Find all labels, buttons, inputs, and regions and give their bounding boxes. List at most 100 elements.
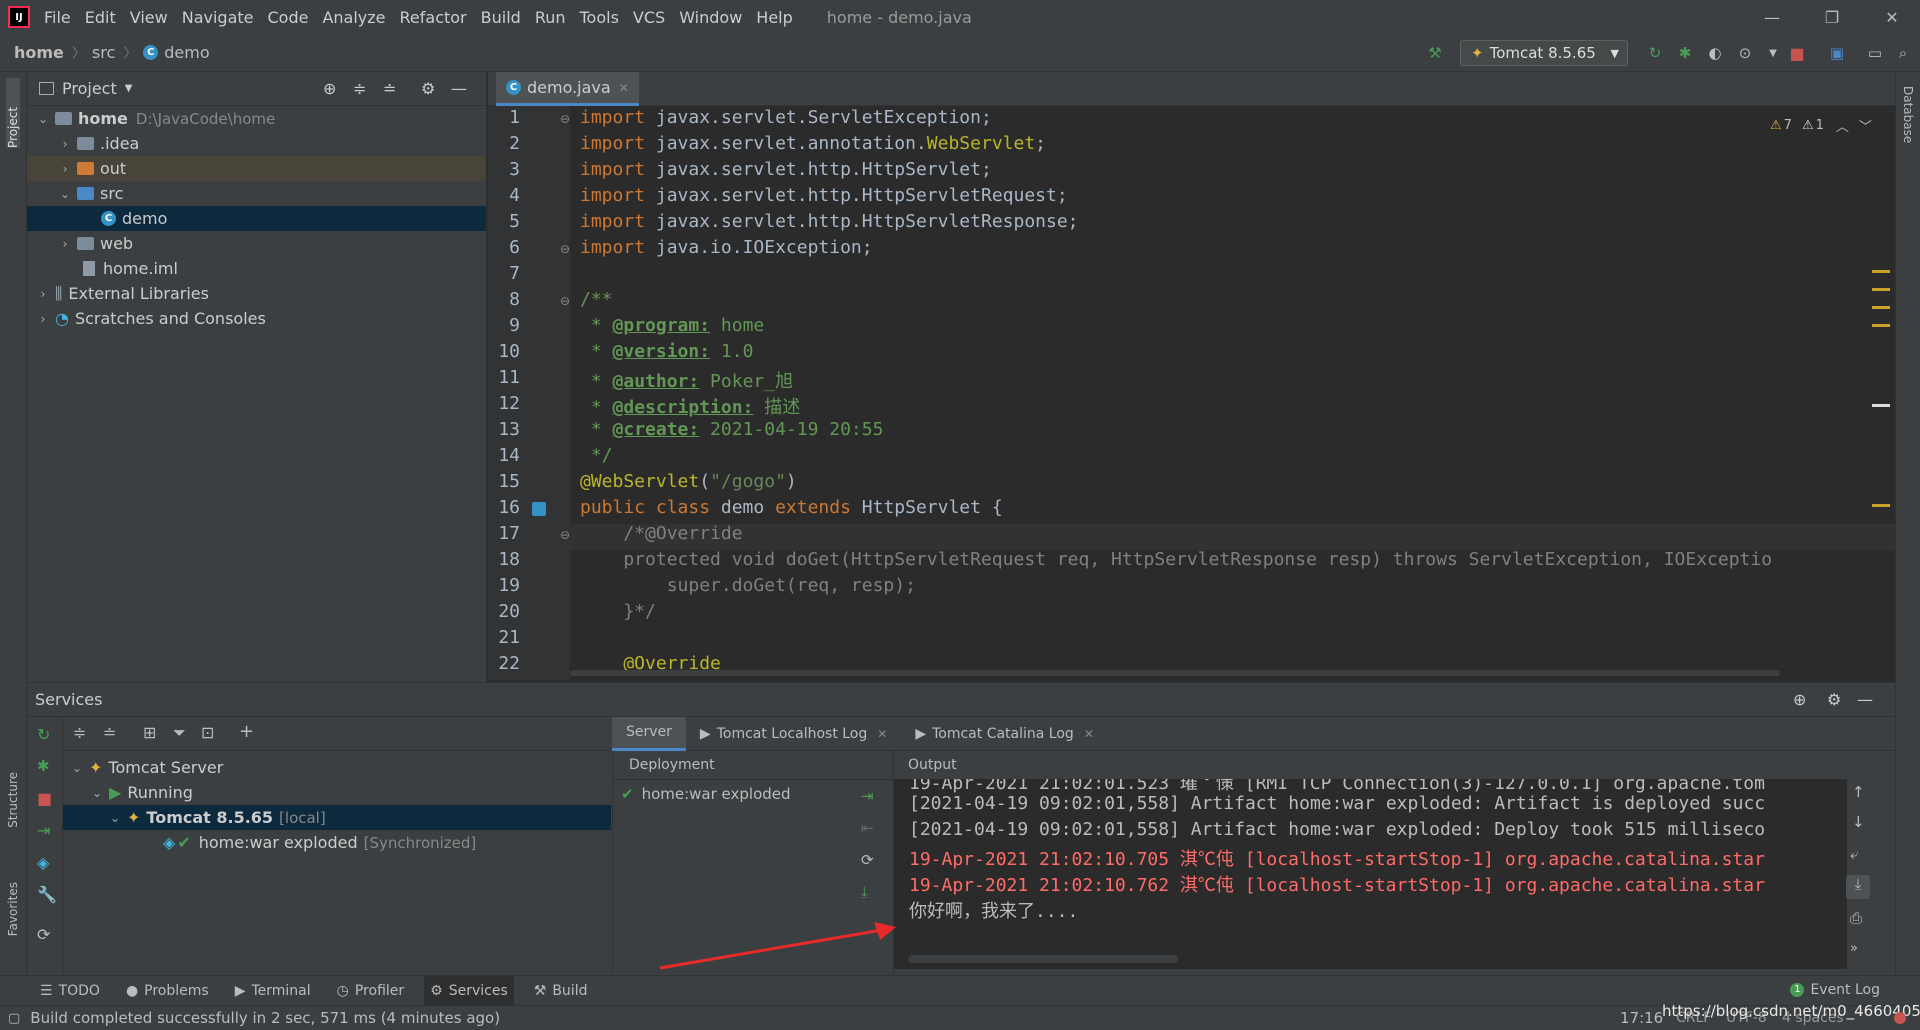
- fold-icon[interactable]: ⊖: [560, 112, 570, 126]
- tab-tomcat-localhost-log[interactable]: ▶ Tomcat Localhost Log ✕: [686, 717, 901, 751]
- menu-view[interactable]: View: [130, 8, 168, 27]
- build-hammer-icon[interactable]: ⚒: [1424, 42, 1446, 64]
- chevron-down-icon[interactable]: ▼: [125, 83, 133, 94]
- status-message[interactable]: Build completed successfully in 2 sec, 5…: [30, 1009, 500, 1027]
- toggle-tool-windows-icon[interactable]: ▢: [8, 1011, 20, 1026]
- menu-window[interactable]: Window: [679, 8, 742, 27]
- menu-analyze[interactable]: Analyze: [322, 8, 385, 27]
- menu-tools[interactable]: Tools: [580, 8, 619, 27]
- hide-panel-icon[interactable]: —: [1857, 690, 1873, 709]
- tree-item-home-iml[interactable]: home.iml: [27, 256, 486, 281]
- error-stripe-mark[interactable]: [1872, 270, 1890, 273]
- menu-file[interactable]: File: [44, 8, 71, 27]
- tab-tomcat-catalina-log[interactable]: ▶ Tomcat Catalina Log ✕: [901, 717, 1108, 751]
- build-button[interactable]: ⚒ Build: [528, 976, 594, 1006]
- debug-icon[interactable]: ✱: [1674, 42, 1696, 64]
- horizontal-scrollbar[interactable]: [570, 670, 1780, 676]
- soft-wrap-icon[interactable]: ⤶: [1850, 845, 1858, 863]
- inspection-widget[interactable]: ⚠ 7 ⚠ 1 ︿ ﹀: [1770, 116, 1872, 135]
- horizontal-scrollbar[interactable]: [908, 955, 1178, 963]
- servlet-gutter-icon[interactable]: [532, 502, 546, 516]
- menu-navigate[interactable]: Navigate: [182, 8, 254, 27]
- more-run-chevron-icon[interactable]: ▼: [1762, 42, 1784, 64]
- structure-stripe-button[interactable]: Structure: [6, 772, 20, 828]
- refresh-icon[interactable]: ⟳: [861, 851, 874, 869]
- tree-item-artifact[interactable]: ◈ ✔ home:war exploded [Synchronized]: [63, 830, 611, 855]
- scroll-to-end-icon[interactable]: ⤓: [1846, 875, 1870, 899]
- collapse-all-icon[interactable]: ≐: [103, 723, 116, 742]
- collapse-all-icon[interactable]: ≐: [383, 79, 396, 98]
- run-configuration-select[interactable]: ✦ Tomcat 8.5.65 ▼: [1460, 40, 1628, 66]
- tree-item-tomcat-instance[interactable]: ⌄ ✦ Tomcat 8.5.65 [local]: [63, 805, 611, 830]
- error-stripe-mark[interactable]: [1872, 288, 1890, 291]
- tree-item-external-libraries[interactable]: › ⫼ External Libraries: [27, 281, 486, 306]
- menu-help[interactable]: Help: [756, 8, 792, 27]
- tree-item-web[interactable]: › web: [27, 231, 486, 256]
- rerun-icon[interactable]: ↻: [37, 725, 50, 744]
- code-editor[interactable]: import javax.servlet.ServletException; i…: [570, 106, 1895, 680]
- restore-icon[interactable]: ❐: [1812, 0, 1852, 34]
- caret-position[interactable]: 17:16: [1620, 1009, 1663, 1027]
- gear-icon[interactable]: ⚙: [421, 79, 435, 98]
- database-stripe-button[interactable]: Database: [1901, 86, 1915, 143]
- favorites-stripe-button[interactable]: Favorites: [6, 882, 20, 936]
- arrow-down-icon[interactable]: ↓: [1852, 813, 1865, 831]
- close-icon[interactable]: ✕: [1872, 0, 1912, 34]
- chevron-up-icon[interactable]: ︿: [1836, 116, 1849, 135]
- locate-icon[interactable]: ⊕: [1793, 690, 1806, 709]
- search-icon[interactable]: ⌕: [1892, 42, 1914, 64]
- expand-all-icon[interactable]: ≑: [353, 79, 366, 98]
- hide-panel-icon[interactable]: —: [451, 79, 467, 98]
- minimize-icon[interactable]: —: [1752, 0, 1792, 34]
- chevron-down-icon[interactable]: ⌄: [59, 187, 71, 201]
- chevron-down-icon[interactable]: ⌄: [91, 786, 103, 800]
- gear-icon[interactable]: ⚙: [1827, 690, 1841, 709]
- console-output[interactable]: 19-Apr-2021 21:02:01.523 璀﹀憡 [RMI TCP Co…: [894, 779, 1847, 969]
- caret-stripe-mark[interactable]: [1872, 404, 1890, 407]
- services-button[interactable]: ⚙ Services: [424, 975, 514, 1006]
- rerun-icon[interactable]: ↻: [1644, 42, 1666, 64]
- menu-vcs[interactable]: VCS: [633, 8, 665, 27]
- tree-item-home[interactable]: ⌄ home D:\JavaCode\home: [27, 106, 486, 131]
- debug-icon[interactable]: ✱: [37, 757, 50, 775]
- chevron-down-icon[interactable]: ﹀: [1859, 116, 1872, 135]
- deploy-all-icon[interactable]: ⤓: [861, 883, 868, 901]
- window-layout-icon[interactable]: ▭: [1864, 42, 1886, 64]
- group-by-icon[interactable]: ⊞: [143, 723, 156, 742]
- stop-icon[interactable]: ■: [1786, 42, 1808, 64]
- wrench-icon[interactable]: 🔧: [37, 885, 57, 904]
- add-service-icon[interactable]: +: [239, 721, 254, 742]
- chevron-right-icon[interactable]: ›: [37, 312, 49, 326]
- new-tab-icon[interactable]: ⊡: [201, 723, 214, 742]
- todo-button[interactable]: ☰ TODO: [34, 976, 106, 1006]
- chevron-right-icon[interactable]: ›: [59, 162, 71, 176]
- chevron-right-icon[interactable]: ›: [59, 137, 71, 151]
- fold-icon[interactable]: ⊖: [560, 294, 570, 308]
- artifact-icon[interactable]: ◈: [37, 853, 49, 872]
- expand-all-icon[interactable]: ≑: [73, 723, 86, 742]
- notification-icon[interactable]: [1894, 1012, 1906, 1024]
- breadcrumb-src[interactable]: src: [92, 43, 115, 62]
- print-icon[interactable]: ⎙: [1850, 909, 1862, 927]
- event-log-button[interactable]: 1 Event Log: [1790, 982, 1880, 998]
- tab-demo-java[interactable]: C demo.java ✕: [496, 72, 639, 106]
- error-stripe-mark[interactable]: [1872, 324, 1890, 327]
- tree-item-running[interactable]: ⌄ ▶ Running: [63, 780, 611, 805]
- locate-icon[interactable]: ⊕: [323, 79, 336, 98]
- error-stripe-mark[interactable]: [1872, 306, 1890, 309]
- tree-item-src[interactable]: ⌄ src: [27, 181, 486, 206]
- coverage-icon[interactable]: ◐: [1704, 42, 1726, 64]
- close-tab-icon[interactable]: ✕: [877, 727, 887, 741]
- project-structure-icon[interactable]: ▣: [1826, 42, 1848, 64]
- chevron-down-icon[interactable]: ⌄: [109, 811, 121, 825]
- close-tab-icon[interactable]: ✕: [1084, 727, 1094, 741]
- tree-item-scratches[interactable]: › ◔ Scratches and Consoles: [27, 306, 486, 331]
- terminal-button[interactable]: ▶ Terminal: [229, 976, 317, 1006]
- tree-item-idea[interactable]: › .idea: [27, 131, 486, 156]
- tree-item-demo[interactable]: C demo: [27, 206, 486, 231]
- error-stripe-mark[interactable]: [1872, 504, 1890, 507]
- tab-server[interactable]: Server: [612, 716, 686, 751]
- filter-icon[interactable]: ⏷: [173, 723, 186, 743]
- stop-icon[interactable]: ■: [37, 789, 52, 808]
- problems-button[interactable]: ● Problems: [120, 976, 215, 1006]
